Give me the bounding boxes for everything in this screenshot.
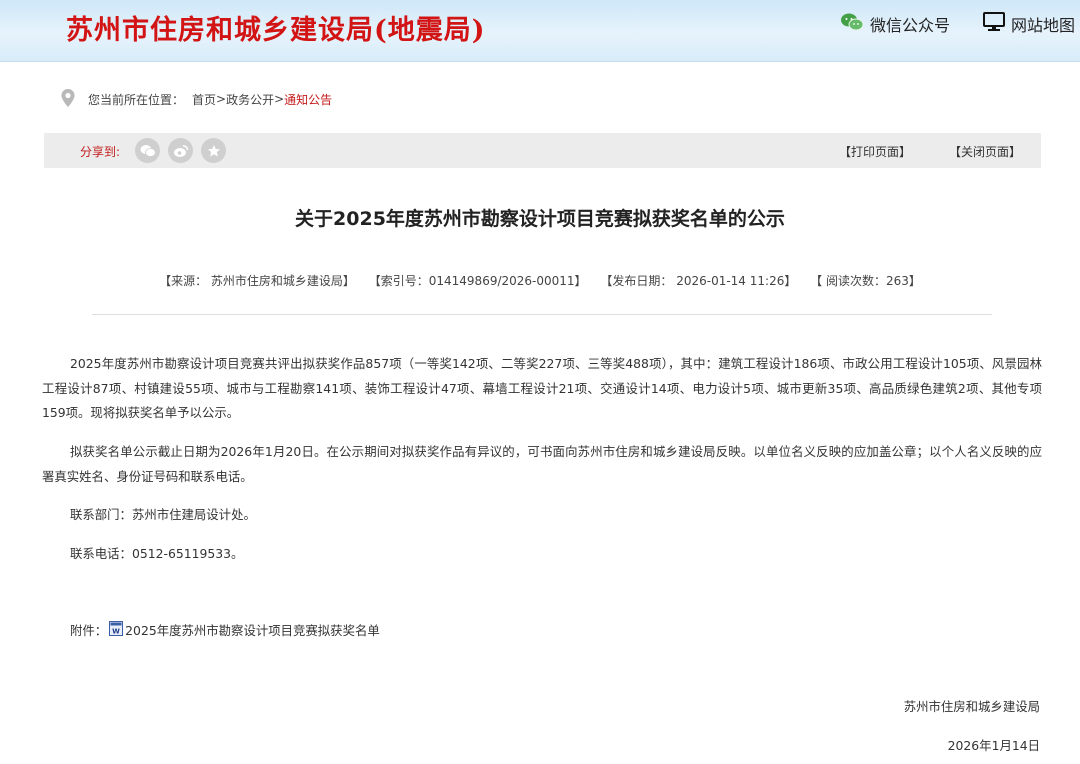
- attachment-prefix: 附件：: [70, 623, 108, 638]
- print-page-button[interactable]: 【打印页面】: [839, 143, 911, 160]
- weibo-share-icon: [173, 144, 188, 157]
- signature-organization: 苏州市住房和城乡建设局: [903, 699, 1040, 714]
- breadcrumb-notices[interactable]: 通知公告: [284, 91, 332, 108]
- svg-text:W: W: [112, 628, 120, 636]
- sitemap-label: 网站地图: [1011, 16, 1076, 35]
- meta-views: 【 阅读次数：263】: [810, 274, 921, 288]
- weibo-share-button[interactable]: [168, 138, 193, 163]
- meta-date: 【发布日期： 2026-01-14 11:26】: [600, 274, 797, 288]
- star-icon: [207, 144, 220, 156]
- site-header: 苏州市住房和城乡建设局(地震局) 微信公众号 网站地图: [0, 0, 1080, 62]
- meta-index: 【索引号：014149869/2026-00011】: [368, 274, 587, 288]
- signature-date: 2026年1月14日: [947, 738, 1040, 753]
- wechat-share-icon: [140, 144, 156, 157]
- body-paragraph-contact-dept: 联系部门：苏州市住建局设计处。: [70, 507, 256, 522]
- meta-source: 【来源： 苏州市住房和城乡建设局】: [159, 274, 355, 288]
- breadcrumb-separator: >: [274, 92, 285, 106]
- share-label: 分享到:: [80, 145, 121, 159]
- close-page-button[interactable]: 【关闭页面】: [949, 143, 1021, 160]
- body-paragraph-deadline: 拟获奖名单公示截止日期为2026年1月20日。在公示期间对拟获奖作品有异议的，可…: [42, 444, 1042, 484]
- attachment-link[interactable]: 2025年度苏州市勘察设计项目竞赛拟获奖名单: [125, 621, 380, 639]
- wechat-official-account-link[interactable]: 微信公众号: [840, 12, 950, 36]
- monitor-icon: [983, 12, 1005, 36]
- breadcrumb-gov-affairs[interactable]: 政务公开: [226, 91, 274, 108]
- word-document-icon: W: [109, 621, 124, 639]
- location-pin-icon: [60, 88, 76, 111]
- favorite-share-button[interactable]: [201, 138, 226, 163]
- breadcrumb-separator: >: [216, 92, 227, 106]
- title-divider: [92, 314, 992, 315]
- sitemap-link[interactable]: 网站地图: [983, 12, 1075, 36]
- article-title: 关于2025年度苏州市勘察设计项目竞赛拟获奖名单的公示: [295, 208, 785, 230]
- article-meta: 【来源： 苏州市住房和城乡建设局】 【索引号：014149869/2026-00…: [0, 272, 1080, 289]
- body-paragraph-summary: 2025年度苏州市勘察设计项目竞赛共评出拟获奖作品857项（一等奖142项、二等…: [42, 356, 1042, 420]
- breadcrumb-prefix: 您当前所在位置：: [88, 92, 185, 107]
- breadcrumb-home[interactable]: 首页: [192, 91, 216, 108]
- wechat-icon: [840, 12, 864, 36]
- body-paragraph-contact-phone: 联系电话：0512-65119533。: [70, 546, 244, 561]
- share-toolbar: 分享到: 【打印页面】 【关闭页面】: [44, 133, 1041, 168]
- attachment: 附件： W 2025年度苏州市勘察设计项目竞赛拟获奖名单: [70, 620, 380, 640]
- wechat-label: 微信公众号: [870, 16, 951, 35]
- wechat-share-button[interactable]: [135, 138, 160, 163]
- site-title[interactable]: 苏州市住房和城乡建设局(地震局): [66, 8, 486, 47]
- breadcrumb: 您当前所在位置： 首页 > 政务公开 > 通知公告: [60, 88, 332, 110]
